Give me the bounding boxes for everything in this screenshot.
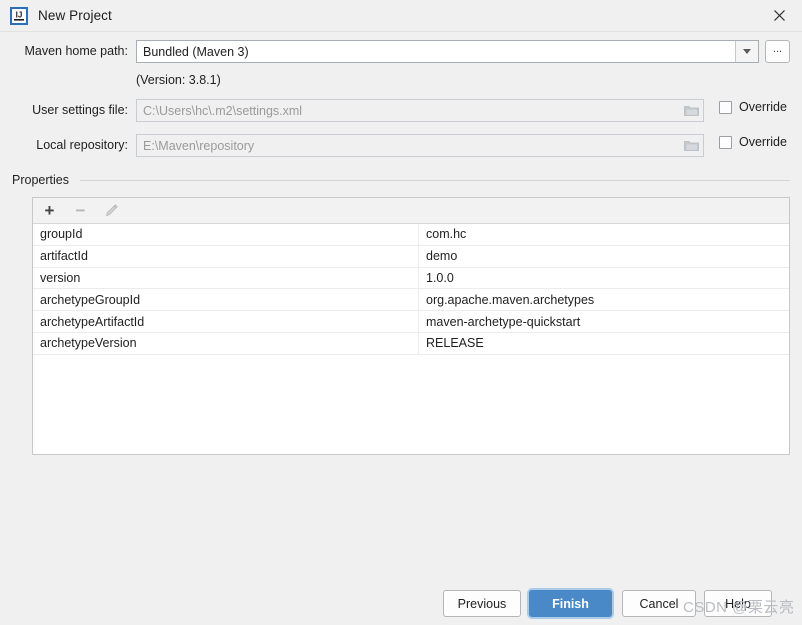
local-repository-override-checkbox[interactable] — [719, 135, 732, 149]
maven-home-path-combo[interactable]: Bundled (Maven 3) — [136, 40, 759, 63]
intellij-idea-icon: IJ — [10, 6, 28, 25]
dialog-titlebar: IJ New Project — [0, 0, 802, 32]
property-key: archetypeArtifactId — [33, 310, 419, 333]
property-value: com.hc — [418, 224, 789, 246]
local-repository-override-checkbox-group[interactable]: Override — [719, 135, 787, 149]
maven-home-path-value: Bundled (Maven 3) — [143, 44, 249, 59]
property-value: 1.0.0 — [418, 267, 789, 290]
table-row[interactable]: groupId com.hc — [33, 224, 789, 246]
local-repository-override-label: Override — [739, 135, 787, 149]
properties-table-body: groupId com.hc artifactId demo version 1… — [33, 224, 789, 355]
property-key: version — [33, 267, 419, 290]
property-key: archetypeVersion — [33, 332, 419, 355]
plus-icon[interactable]: + — [41, 202, 58, 219]
local-repository-input: E:\Maven\repository — [136, 134, 704, 157]
properties-group-divider — [80, 180, 790, 181]
table-row[interactable]: archetypeGroupId org.apache.maven.archet… — [33, 288, 789, 312]
maven-home-path-label: Maven home path: — [24, 44, 128, 58]
table-row[interactable]: artifactId demo — [33, 245, 789, 268]
local-repository-label: Local repository: — [36, 138, 128, 152]
property-key: archetypeGroupId — [33, 288, 419, 312]
properties-group-title: Properties — [12, 173, 75, 187]
property-key: groupId — [33, 224, 419, 246]
table-row[interactable]: archetypeArtifactId maven-archetype-quic… — [33, 310, 789, 333]
maven-home-browse-button[interactable]: ... — [765, 40, 790, 63]
property-value: demo — [418, 245, 789, 268]
user-settings-file-input: C:\Users\hc\.m2\settings.xml — [136, 99, 704, 122]
table-row[interactable]: archetypeVersion RELEASE — [33, 332, 789, 355]
table-row[interactable]: version 1.0.0 — [33, 267, 789, 290]
cancel-button[interactable]: Cancel — [622, 590, 696, 617]
user-settings-file-label: User settings file: — [32, 103, 128, 117]
chevron-down-icon[interactable] — [735, 41, 758, 62]
pencil-icon — [103, 202, 120, 219]
user-settings-file-value: C:\Users\hc\.m2\settings.xml — [143, 103, 303, 118]
property-key: artifactId — [33, 245, 419, 268]
property-value: org.apache.maven.archetypes — [418, 288, 789, 312]
close-icon[interactable] — [756, 0, 802, 31]
properties-table[interactable]: groupId com.hc artifactId demo version 1… — [33, 224, 789, 355]
help-button[interactable]: Help — [704, 590, 772, 617]
property-value: RELEASE — [418, 332, 789, 355]
dialog-title: New Project — [38, 8, 112, 23]
maven-version-note: (Version: 3.8.1) — [136, 73, 221, 87]
folder-icon — [679, 104, 703, 117]
finish-button[interactable]: Finish — [529, 590, 612, 617]
svg-text:IJ: IJ — [16, 10, 23, 19]
local-repository-value: E:\Maven\repository — [143, 138, 255, 153]
property-value: maven-archetype-quickstart — [418, 310, 789, 333]
user-settings-override-label: Override — [739, 100, 787, 114]
folder-icon — [679, 139, 703, 152]
user-settings-override-checkbox-group[interactable]: Override — [719, 100, 787, 114]
previous-button[interactable]: Previous — [443, 590, 521, 617]
user-settings-override-checkbox[interactable] — [719, 100, 732, 114]
properties-panel: + − groupId com.hc artifactId demo versi… — [32, 197, 790, 455]
minus-icon: − — [75, 201, 86, 220]
properties-toolbar: + − — [33, 198, 789, 224]
